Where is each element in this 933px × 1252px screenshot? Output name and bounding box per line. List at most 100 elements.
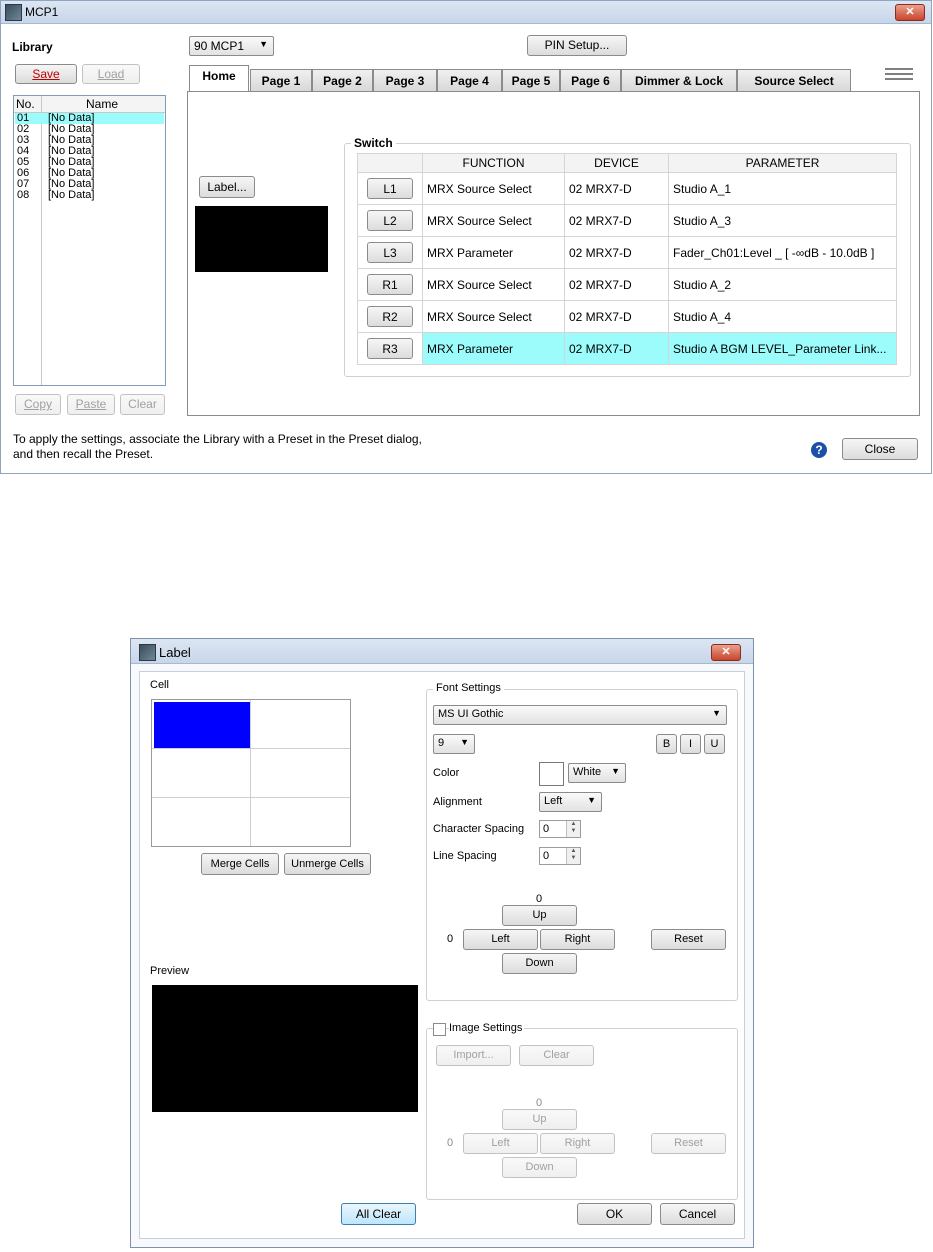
- switch-parameter-cell[interactable]: Studio A_3: [668, 204, 897, 237]
- left-button[interactable]: Left: [463, 929, 538, 950]
- switch-key-button[interactable]: R2: [367, 306, 413, 327]
- color-swatch[interactable]: [539, 762, 564, 786]
- all-clear-button[interactable]: All Clear: [341, 1203, 416, 1225]
- switch-row[interactable]: L3 MRX Parameter 02 MRX7-D Fader_Ch01:Level…: [357, 236, 897, 269]
- reset-button[interactable]: Reset: [651, 929, 726, 950]
- down-button[interactable]: Down: [502, 953, 577, 974]
- model-select[interactable]: 90 MCP1 ▼: [189, 36, 274, 56]
- copy-button[interactable]: Copy: [15, 394, 61, 415]
- switch-function-cell[interactable]: MRX Source Select: [422, 204, 565, 237]
- switch-function-cell[interactable]: MRX Source Select: [422, 172, 565, 205]
- switch-row[interactable]: L1 MRX Source Select 02 MRX7-D Studio A_1: [357, 172, 897, 205]
- switch-function-cell[interactable]: MRX Parameter: [422, 236, 565, 269]
- switch-function-cell[interactable]: MRX Source Select: [422, 300, 565, 333]
- label-dialog: Label ✕ Cell Merge Cells Unmerge Cells P…: [130, 638, 754, 1248]
- tab-page-2[interactable]: Page 2: [312, 69, 373, 91]
- switch-parameter-cell[interactable]: Studio A_4: [668, 300, 897, 333]
- close-icon[interactable]: ✕: [711, 644, 741, 661]
- switch-key-button[interactable]: L1: [367, 178, 413, 199]
- cell-grid[interactable]: [151, 699, 351, 847]
- switch-key-cell: L3: [357, 236, 423, 269]
- switch-parameter-cell[interactable]: Studio A BGM LEVEL_Parameter Link...: [668, 332, 897, 365]
- switch-parameter-cell[interactable]: Studio A_1: [668, 172, 897, 205]
- switch-row[interactable]: L2 MRX Source Select 02 MRX7-D Studio A_3: [357, 204, 897, 237]
- switch-key-button[interactable]: R1: [367, 274, 413, 295]
- switch-device-cell[interactable]: 02 MRX7-D: [564, 236, 669, 269]
- spin-arrows-icon[interactable]: ▲ ▼: [566, 848, 580, 864]
- right-button[interactable]: Right: [540, 929, 615, 950]
- font-name-select[interactable]: MS UI Gothic ▼: [433, 705, 727, 725]
- menu-icon[interactable]: [885, 67, 913, 81]
- app-icon: [5, 4, 22, 21]
- ok-button[interactable]: OK: [577, 1203, 652, 1225]
- switch-device-cell[interactable]: 02 MRX7-D: [564, 204, 669, 237]
- tab-page-6[interactable]: Page 6: [560, 69, 621, 91]
- tab-page-1[interactable]: Page 1: [250, 69, 312, 91]
- import-button[interactable]: Import...: [436, 1045, 511, 1066]
- tab-source-select[interactable]: Source Select: [737, 69, 851, 91]
- switch-key-button[interactable]: R3: [367, 338, 413, 359]
- image-left-button[interactable]: Left: [463, 1133, 538, 1154]
- model-select-value: 90 MCP1: [194, 39, 245, 53]
- italic-button[interactable]: I: [680, 734, 701, 754]
- tab-home[interactable]: Home: [189, 65, 249, 92]
- image-down-button[interactable]: Down: [502, 1157, 577, 1178]
- switch-row[interactable]: R1 MRX Source Select 02 MRX7-D Studio A_2: [357, 268, 897, 301]
- switch-device-cell[interactable]: 02 MRX7-D: [564, 332, 669, 365]
- switch-function-cell[interactable]: MRX Parameter: [422, 332, 565, 365]
- switch-key-cell: L2: [357, 204, 423, 237]
- image-reset-button[interactable]: Reset: [651, 1133, 726, 1154]
- switch-row[interactable]: R2 MRX Source Select 02 MRX7-D Studio A_4: [357, 300, 897, 333]
- pin-setup-button[interactable]: PIN Setup...: [527, 35, 627, 56]
- switch-device-cell[interactable]: 02 MRX7-D: [564, 300, 669, 333]
- load-label: Load: [97, 67, 125, 81]
- tab-page-5[interactable]: Page 5: [502, 69, 560, 91]
- switch-parameter-cell[interactable]: Studio A_2: [668, 268, 897, 301]
- close-icon[interactable]: ✕: [895, 4, 925, 21]
- tab-page-3[interactable]: Page 3: [373, 69, 437, 91]
- cancel-button[interactable]: Cancel: [660, 1203, 735, 1225]
- merge-cells-button[interactable]: Merge Cells: [201, 853, 279, 875]
- save-button[interactable]: Save: [15, 64, 77, 84]
- switch-key-button[interactable]: L2: [367, 210, 413, 231]
- underline-button[interactable]: U: [704, 734, 725, 754]
- alignment-select[interactable]: Left ▼: [539, 792, 602, 812]
- image-up-button[interactable]: Up: [502, 1109, 577, 1130]
- switch-row[interactable]: R3 MRX Parameter 02 MRX7-D Studio A BGM LEV…: [357, 332, 897, 365]
- tab-page-4[interactable]: Page 4: [437, 69, 502, 91]
- font-size-select[interactable]: 9 ▼: [433, 734, 475, 754]
- image-settings-checkbox[interactable]: [433, 1023, 446, 1036]
- tab-dimmer-lock[interactable]: Dimmer & Lock: [621, 69, 737, 91]
- save-label: Save: [32, 67, 60, 81]
- line-spacing-stepper[interactable]: 0 ▲ ▼: [539, 847, 581, 865]
- switch-key-button[interactable]: L3: [367, 242, 413, 263]
- library-list-item[interactable]: 08 [No Data]: [15, 190, 164, 201]
- cell-selected[interactable]: [154, 702, 250, 748]
- app-icon: [139, 644, 156, 661]
- character-spacing-stepper[interactable]: 0 ▲ ▼: [539, 820, 581, 838]
- cell-divider-h1: [152, 748, 350, 749]
- label-button[interactable]: Label...: [199, 176, 255, 198]
- switch-device-cell[interactable]: 02 MRX7-D: [564, 172, 669, 205]
- switch-parameter-cell[interactable]: Fader_Ch01:Level _ [ -∞dB - 10.0dB ]: [668, 236, 897, 269]
- bold-button[interactable]: B: [656, 734, 677, 754]
- unmerge-cells-button[interactable]: Unmerge Cells: [284, 853, 371, 875]
- library-list[interactable]: No. Name 01 [No Data] 02 [No Data] 03 [No Dat…: [13, 95, 166, 386]
- image-horizontal-offset-value: 0: [447, 1137, 454, 1149]
- color-select[interactable]: White ▼: [568, 763, 626, 783]
- load-button[interactable]: Load: [82, 64, 140, 84]
- help-icon[interactable]: ?: [811, 442, 827, 458]
- spin-arrows-icon[interactable]: ▲ ▼: [566, 821, 580, 837]
- color-label: Color: [433, 767, 460, 779]
- image-clear-button[interactable]: Clear: [519, 1045, 594, 1066]
- clear-button[interactable]: Clear: [120, 394, 165, 415]
- close-button[interactable]: Close: [842, 438, 918, 460]
- paste-button[interactable]: Paste: [67, 394, 115, 415]
- up-button[interactable]: Up: [502, 905, 577, 926]
- switch-table-header: FUNCTION DEVICE PARAMETER: [357, 153, 897, 173]
- line-spacing-label: Line Spacing: [433, 850, 497, 862]
- library-item-name: [No Data]: [48, 189, 95, 201]
- switch-device-cell[interactable]: 02 MRX7-D: [564, 268, 669, 301]
- switch-function-cell[interactable]: MRX Source Select: [422, 268, 565, 301]
- image-right-button[interactable]: Right: [540, 1133, 615, 1154]
